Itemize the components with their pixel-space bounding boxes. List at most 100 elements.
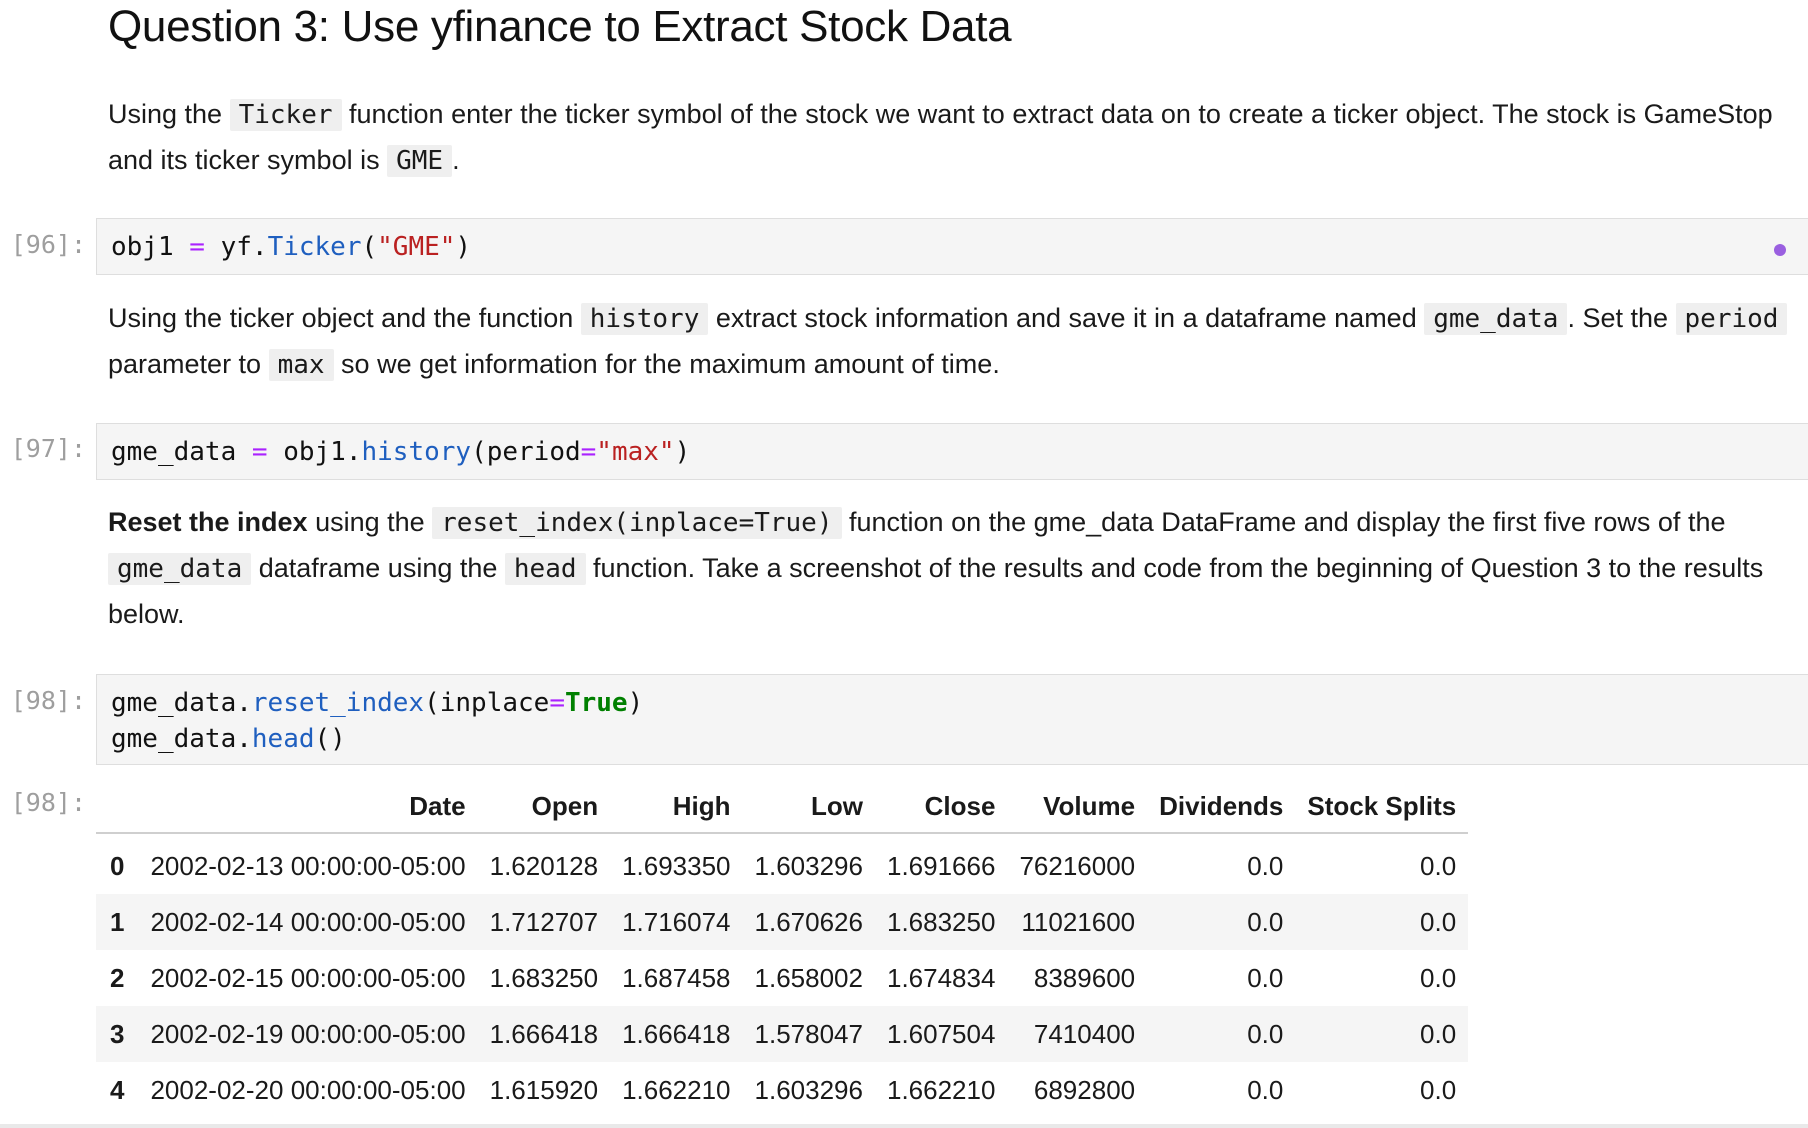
- text: . Set the: [1567, 303, 1676, 333]
- cell-open: 1.666418: [477, 1006, 611, 1062]
- code-token: obj1: [111, 232, 174, 262]
- markdown-paragraph-ticker: Using the Ticker function enter the tick…: [108, 92, 1788, 184]
- text: Using the ticker object and the function: [108, 303, 581, 333]
- cell-low: 1.578047: [742, 1006, 875, 1062]
- cell-stock-splits: 0.0: [1295, 1006, 1469, 1062]
- cell-close: 1.691666: [886, 850, 996, 881]
- text: function on the gme_data DataFrame and d…: [841, 507, 1726, 537]
- cell-stock-splits: 0.0: [1420, 850, 1457, 881]
- column-header-low: Low: [742, 780, 875, 834]
- question-heading: Question 3: Use yfinance to Extract Stoc…: [108, 2, 1012, 51]
- column-header-index: [96, 780, 139, 834]
- row-index: 0: [110, 850, 125, 881]
- inline-code-gme-data: gme_data: [108, 553, 252, 585]
- inline-code-head: head: [504, 553, 586, 585]
- text: function enter the ticker symbol of the …: [108, 99, 1773, 175]
- column-header-dividends: Dividends: [1147, 780, 1296, 834]
- output-prompt-98: [98]:: [10, 788, 86, 817]
- cell-open: 1.620128: [489, 850, 599, 881]
- code-token: True: [564, 688, 628, 718]
- cell-high: 1.662210: [622, 1074, 731, 1105]
- code-token: Ticker: [267, 232, 362, 262]
- cell-low: 1.670626: [742, 894, 875, 950]
- code-token: reset_index: [251, 688, 425, 718]
- cell-low: 1.603296: [754, 850, 863, 881]
- text: .: [452, 145, 460, 175]
- code-token: yf.: [220, 232, 268, 262]
- cell-volume: 7410400: [1007, 1006, 1148, 1062]
- dataframe-output-table: Date Open High Low Close Volume Dividend…: [96, 780, 1469, 1118]
- column-header-high: High: [610, 780, 743, 834]
- cell-prompt-98: [98]:: [10, 686, 86, 715]
- table-row: 4 2002-02-20 00:00:00-05:00 1.615920 1.6…: [96, 1062, 1468, 1118]
- code-token: gme_data: [111, 437, 237, 467]
- cell-volume: 76216000: [1019, 850, 1136, 881]
- cell-dividends: 0.0: [1147, 894, 1296, 950]
- cell-open: 1.712707: [477, 894, 611, 950]
- cell-open: 1.683250: [489, 962, 599, 993]
- text: dataframe using the: [251, 553, 505, 583]
- code-line[interactable]: gme_data.reset_index(inplace=True): [97, 685, 1808, 721]
- code-line[interactable]: gme_data = obj1.history(period="max"): [97, 434, 1808, 470]
- code-token: history: [361, 437, 472, 467]
- cell-close: 1.607504: [874, 1006, 1008, 1062]
- code-token: =: [251, 437, 268, 467]
- code-token: gme_data.: [111, 688, 252, 718]
- code-token: gme_data.: [111, 724, 252, 754]
- code-token: =: [189, 232, 205, 262]
- row-index: 1: [96, 894, 139, 950]
- cell-date: 2002-02-19 00:00:00-05:00: [138, 1006, 478, 1062]
- markdown-paragraph-reset-index: Reset the index using the reset_index(in…: [108, 500, 1788, 637]
- cell-dividends: 0.0: [1247, 1074, 1284, 1105]
- cell-high: 1.687458: [622, 962, 731, 993]
- code-line[interactable]: gme_data.head(): [97, 721, 1808, 757]
- code-token: "max": [596, 437, 675, 467]
- cell-high: 1.666418: [610, 1006, 743, 1062]
- table-header-row: Date Open High Low Close Volume Dividend…: [96, 780, 1469, 834]
- text: extract stock information and save it in…: [708, 303, 1425, 333]
- notebook-divider: [0, 1124, 1808, 1128]
- cell-prompt-97: [97]:: [10, 434, 86, 463]
- code-token: ): [627, 688, 644, 718]
- cell-volume: 8389600: [1033, 962, 1136, 993]
- cell-low: 1.603296: [754, 1074, 863, 1105]
- column-header-stock-splits: Stock Splits: [1295, 780, 1469, 834]
- cell-date: 2002-02-13 00:00:00-05:00: [150, 850, 466, 881]
- row-index: 4: [110, 1074, 125, 1105]
- column-header-close: Close: [874, 780, 1008, 834]
- text: so we get information for the maximum am…: [333, 349, 1000, 379]
- code-token: =: [580, 437, 597, 467]
- inline-code-max: max: [268, 349, 334, 381]
- code-token: "GME": [377, 232, 456, 262]
- cell-date: 2002-02-14 00:00:00-05:00: [138, 894, 478, 950]
- code-token: ): [455, 232, 472, 262]
- code-token: =: [549, 688, 565, 718]
- code-line[interactable]: obj1 = yf.Ticker("GME"): [97, 229, 1808, 265]
- code-cell-98[interactable]: gme_data.reset_index(inplace=True) gme_d…: [96, 674, 1808, 765]
- cell-high: 1.716074: [610, 894, 743, 950]
- cell-date: 2002-02-20 00:00:00-05:00: [150, 1074, 466, 1105]
- cell-low: 1.658002: [754, 962, 863, 993]
- table-row: 2 2002-02-15 00:00:00-05:00 1.683250 1.6…: [96, 950, 1468, 1006]
- cell-dividends: 0.0: [1147, 1006, 1296, 1062]
- code-token: ): [674, 437, 691, 467]
- code-token: (): [314, 724, 346, 754]
- cell-volume: 11021600: [1007, 894, 1148, 950]
- column-header-open: Open: [477, 780, 611, 834]
- code-cell-96[interactable]: obj1 = yf.Ticker("GME"): [96, 218, 1808, 275]
- cell-prompt-96: [96]:: [10, 230, 86, 259]
- text: parameter to: [108, 349, 269, 379]
- code-token: (period: [471, 437, 581, 467]
- text: Using the: [108, 99, 230, 129]
- code-cell-97[interactable]: gme_data = obj1.history(period="max"): [96, 423, 1808, 480]
- inline-code-period: period: [1675, 303, 1788, 335]
- code-token: (: [361, 232, 378, 262]
- cell-dividends: 0.0: [1247, 962, 1284, 993]
- cell-close: 1.674834: [886, 962, 996, 993]
- inline-code-gme: GME: [387, 145, 453, 177]
- cell-close: 1.662210: [886, 1074, 996, 1105]
- table-row: 3 2002-02-19 00:00:00-05:00 1.666418 1.6…: [96, 1006, 1469, 1062]
- cell-stock-splits: 0.0: [1295, 894, 1469, 950]
- code-token: (inplace: [424, 688, 550, 718]
- unsaved-changes-dot-icon: [1774, 244, 1786, 256]
